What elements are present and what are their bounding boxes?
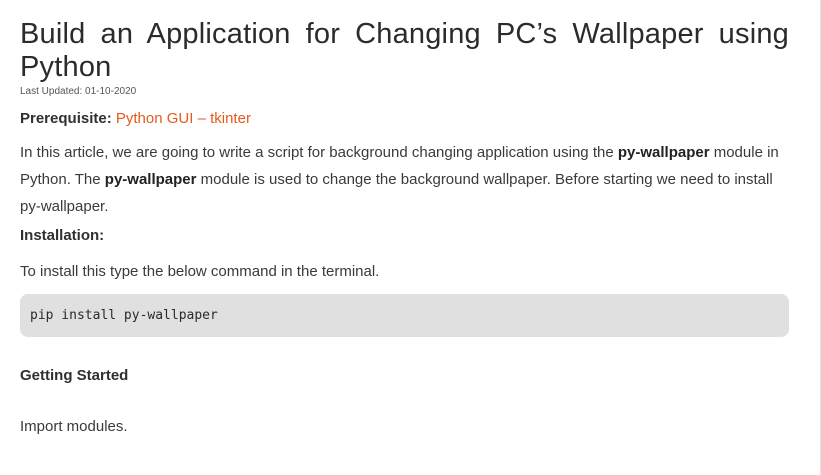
install-command: pip install py-wallpaper <box>30 308 218 323</box>
intro-paragraph: In this article, we are going to write a… <box>20 139 789 220</box>
intro-module-name-2: py-wallpaper <box>104 171 197 188</box>
prerequisite-link[interactable]: Python GUI – tkinter <box>116 110 251 127</box>
article-page: Build an Application for Changing PC’s W… <box>0 0 821 475</box>
last-updated-date: Last Updated: 01-10-2020 <box>20 86 137 97</box>
intro-text-1: In this article, we are going to write a… <box>20 144 618 161</box>
installation-text: To install this type the below command i… <box>20 263 380 280</box>
prerequisite-label: Prerequisite: <box>20 110 112 127</box>
getting-started-heading: Getting Started <box>20 367 129 384</box>
installation-heading: Installation: <box>20 227 105 244</box>
import-modules-text: Import modules. <box>20 418 128 435</box>
article-title: Build an Application for Changing PC’s W… <box>20 18 789 83</box>
code-block[interactable]: pip install py-wallpaper <box>20 294 789 337</box>
prerequisite-line: Prerequisite: Python GUI – tkinter <box>20 109 789 129</box>
intro-module-name-1: py-wallpaper <box>617 144 710 161</box>
